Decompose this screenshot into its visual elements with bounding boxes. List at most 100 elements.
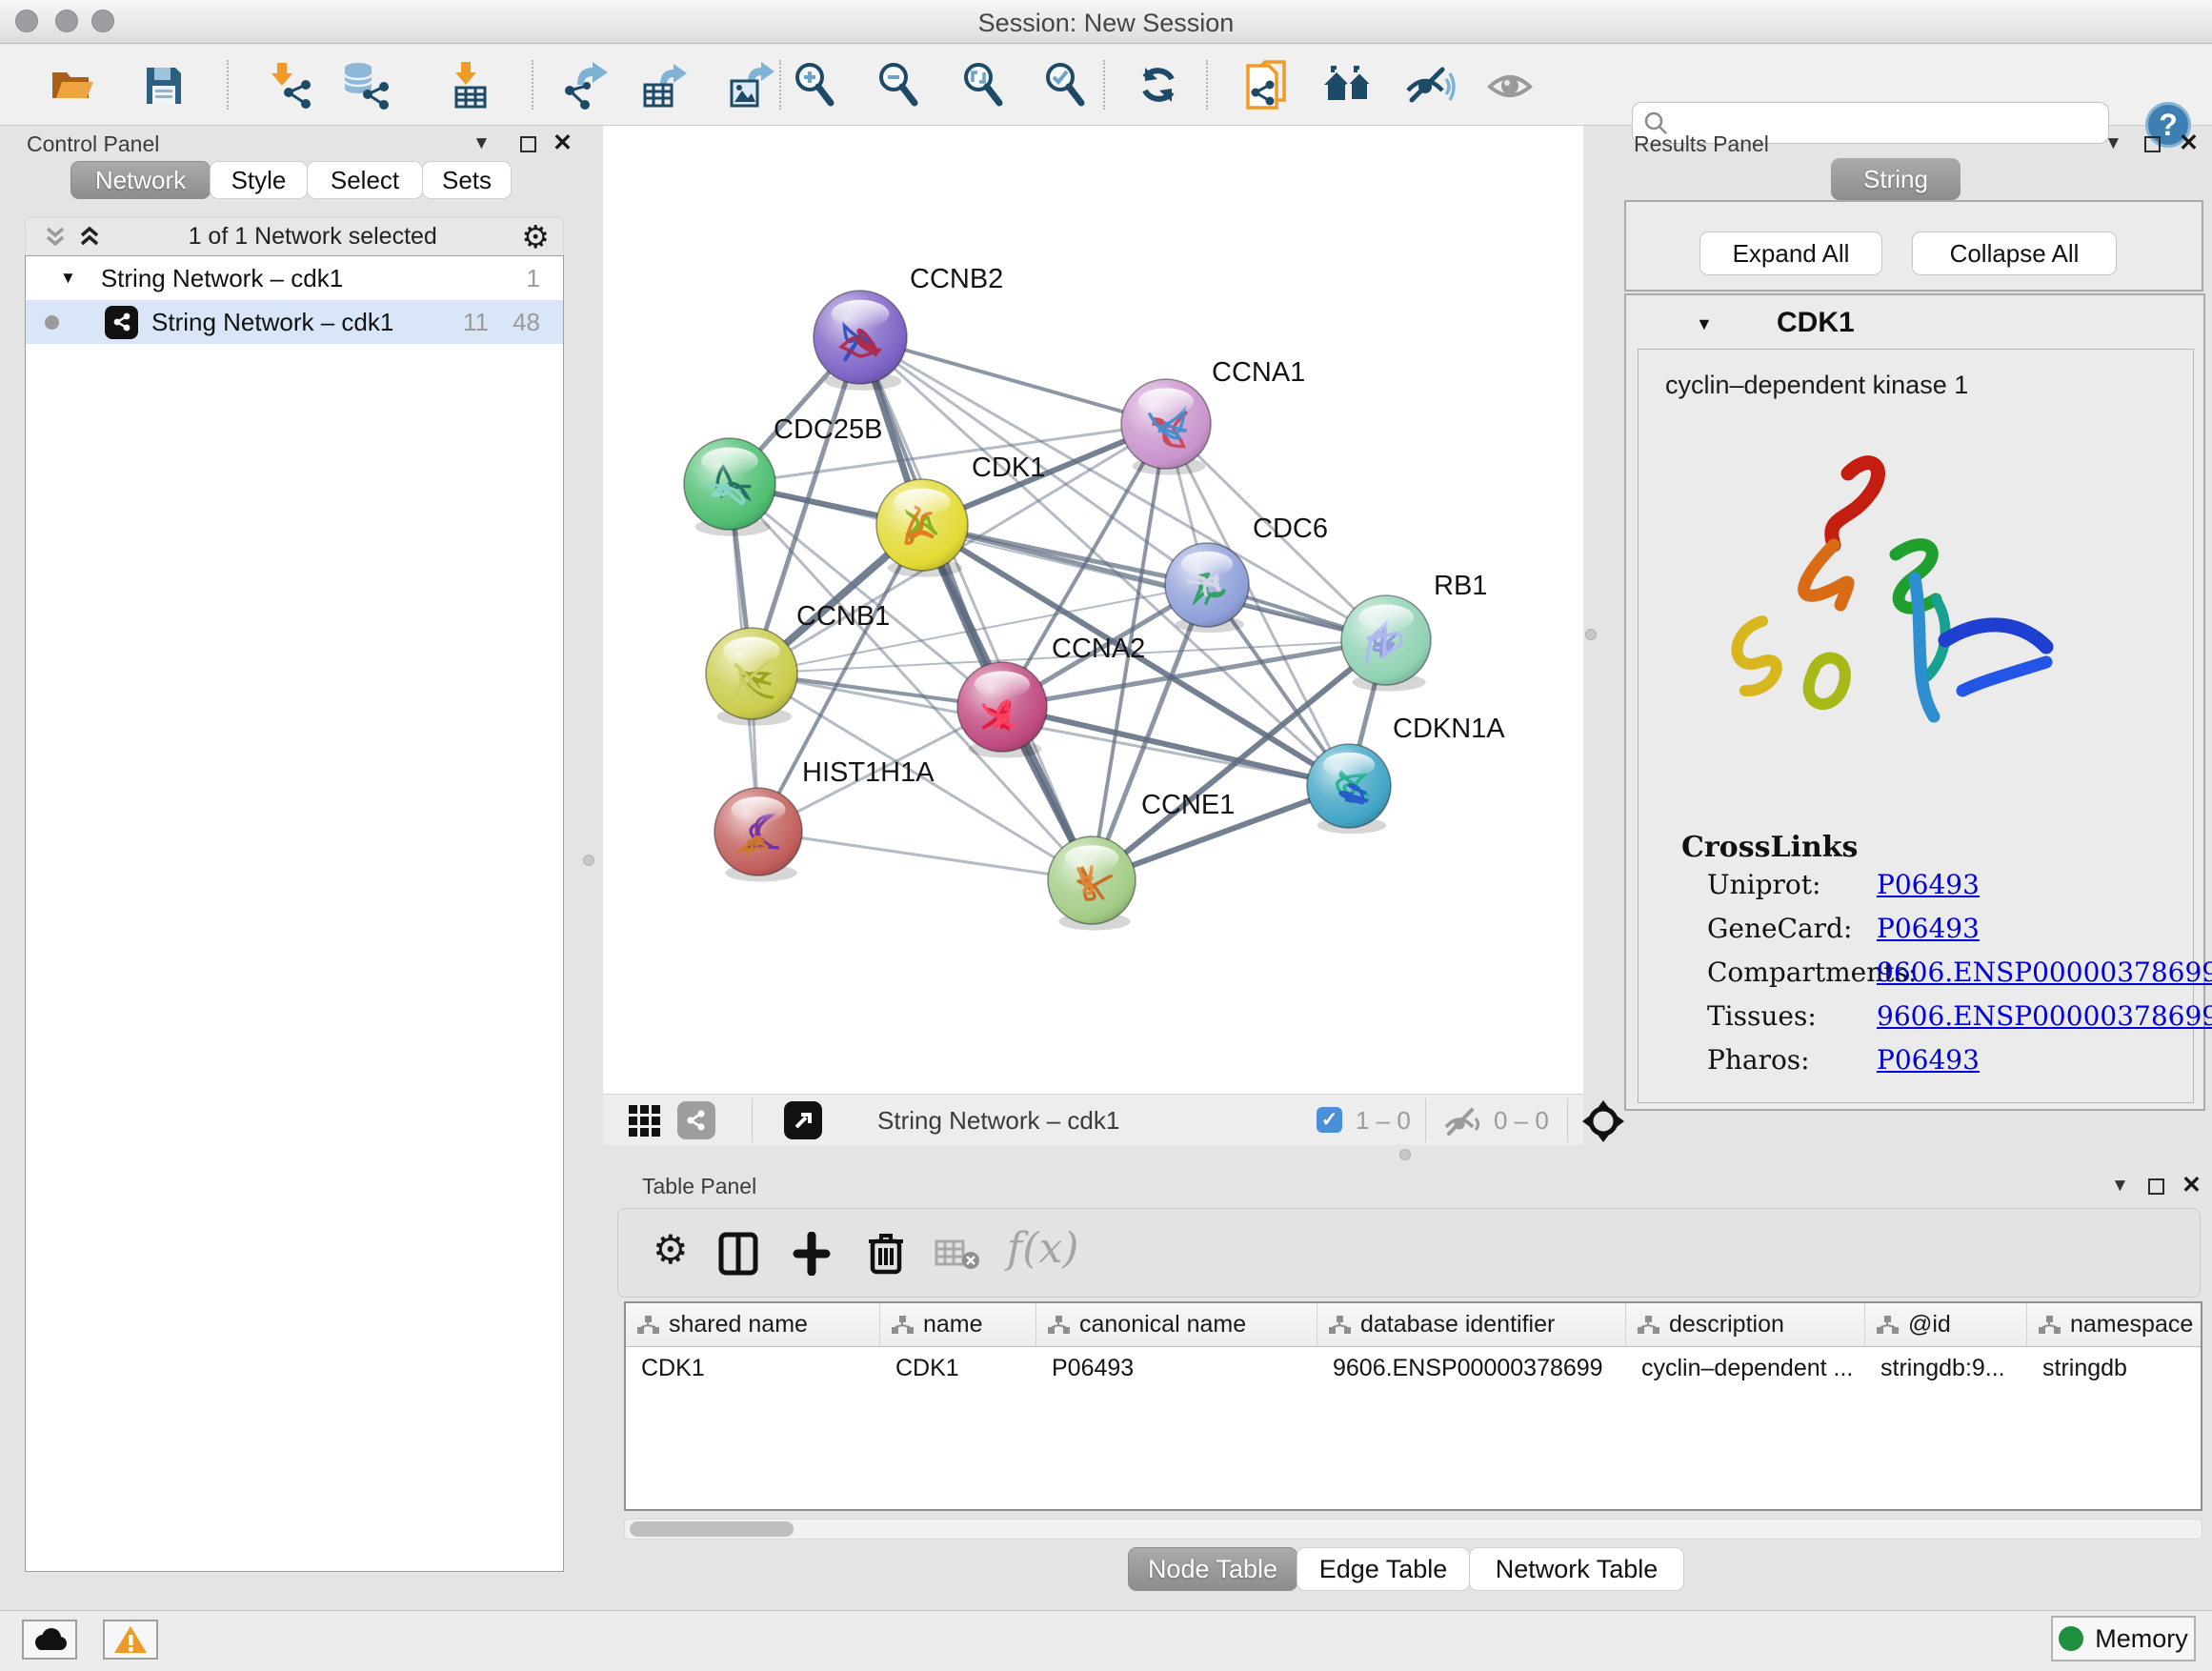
expand-all-chevron-icon[interactable] (75, 225, 104, 250)
import-network-file-button[interactable] (260, 56, 313, 113)
right-splitter-handle[interactable] (1585, 629, 1597, 640)
panel-float-icon[interactable] (2144, 136, 2161, 152)
tab-network[interactable]: Network (70, 161, 211, 199)
panel-menu-caret-icon[interactable]: ▼ (2104, 133, 2122, 154)
crosslink-tissues[interactable]: 9606.ENSP00000378699 (1877, 1000, 2212, 1032)
show-all-button[interactable] (1484, 56, 1538, 113)
tab-node-table[interactable]: Node Table (1128, 1547, 1297, 1591)
houses-icon (1322, 60, 1376, 110)
export-table-button[interactable] (637, 56, 691, 113)
first-neighbors-button[interactable] (1322, 56, 1376, 113)
left-splitter-handle[interactable] (583, 855, 594, 866)
table-cell[interactable]: CDK1 (626, 1347, 880, 1389)
export-network-button[interactable] (560, 56, 613, 113)
delete-column-trash-icon[interactable] (864, 1230, 908, 1276)
network-node-CDC6[interactable] (1165, 543, 1249, 633)
grid-view-icon[interactable] (627, 1103, 665, 1139)
column-header-sharedname[interactable]: shared name (626, 1303, 880, 1346)
hide-selected-button[interactable] (1402, 56, 1456, 113)
node-table[interactable]: shared namenamecanonical namedatabase id… (624, 1301, 2202, 1511)
expand-all-button[interactable]: Expand All (1699, 232, 1882, 275)
import-network-database-button[interactable] (337, 56, 391, 113)
panel-float-icon[interactable] (2148, 1178, 2164, 1195)
open-in-window-icon[interactable] (784, 1101, 822, 1139)
table-options-gear-icon[interactable]: ⚙ (653, 1226, 689, 1273)
table-horizontal-scrollbar[interactable] (624, 1519, 2202, 1540)
panel-close-icon[interactable]: ✕ (553, 131, 573, 155)
zoom-in-button[interactable] (788, 56, 841, 113)
panel-close-icon[interactable]: ✕ (2179, 131, 2199, 155)
network-node-CCNA1[interactable] (1121, 379, 1211, 475)
save-session-button[interactable] (136, 56, 190, 113)
tab-select[interactable]: Select (307, 161, 423, 199)
crosslink-uniprot[interactable]: P06493 (1877, 869, 1980, 900)
network-collection-row[interactable]: ▼ String Network – cdk1 1 (26, 256, 563, 300)
crosslink-compartments[interactable]: 9606.ENSP00000378699 (1877, 956, 2212, 988)
show-columns-icon[interactable] (717, 1232, 761, 1276)
table-cell[interactable]: CDK1 (880, 1347, 1036, 1389)
clone-network-button[interactable] (1238, 56, 1292, 113)
network-node-CCNA2[interactable] (957, 662, 1047, 758)
table-cell[interactable]: cyclin–dependent ... (1626, 1347, 1865, 1389)
refresh-view-button[interactable] (1132, 56, 1185, 113)
panel-float-icon[interactable] (520, 136, 536, 152)
zoom-out-button[interactable] (872, 56, 925, 113)
table-cell[interactable]: 9606.ENSP00000378699 (1317, 1347, 1626, 1389)
scrollbar-thumb[interactable] (630, 1521, 794, 1537)
tree-expand-caret-icon[interactable]: ▼ (60, 269, 76, 288)
panel-close-icon[interactable]: ✕ (2182, 1174, 2202, 1198)
tab-sets[interactable]: Sets (422, 161, 512, 199)
zoom-fit-button[interactable] (956, 56, 1010, 113)
tab-string[interactable]: String (1831, 158, 1961, 200)
network-options-gear-icon[interactable]: ⚙ (521, 218, 550, 255)
network-node-CDC25B[interactable] (684, 438, 775, 536)
open-session-button[interactable] (44, 56, 97, 113)
network-node-CCNE1[interactable] (1048, 836, 1136, 930)
column-header-id[interactable]: @id (1865, 1303, 2027, 1346)
function-builder-icon[interactable]: f(x) (1007, 1224, 1078, 1273)
selected-checkbox[interactable]: ✓ (1317, 1107, 1342, 1133)
zoom-selected-button[interactable] (1038, 56, 1092, 113)
network-badge-icon[interactable] (677, 1101, 715, 1139)
crosslink-pharos[interactable]: P06493 (1877, 1044, 1980, 1076)
table-row[interactable]: CDK1CDK1P064939606.ENSP00000378699cyclin… (626, 1347, 2201, 1389)
network-node-RB1[interactable] (1341, 595, 1431, 692)
panel-menu-caret-icon[interactable]: ▼ (2111, 1176, 2129, 1197)
column-header-namespace[interactable]: namespace (2027, 1303, 2202, 1346)
collapse-all-button[interactable]: Collapse All (1912, 232, 2117, 275)
tab-network-table[interactable]: Network Table (1469, 1547, 1684, 1591)
table-cell[interactable]: P06493 (1036, 1347, 1317, 1389)
network-row-selected[interactable]: String Network – cdk1 11 48 (26, 300, 563, 344)
cloud-status-button[interactable] (22, 1620, 77, 1660)
tab-edge-table[interactable]: Edge Table (1297, 1547, 1470, 1591)
delete-table-icon[interactable] (935, 1238, 984, 1272)
crosslink-label: GeneCard: (1707, 913, 1852, 944)
network-node-CCNB1[interactable] (706, 628, 797, 726)
collapse-all-chevron-icon[interactable] (41, 225, 70, 250)
column-header-name[interactable]: name (880, 1303, 1036, 1346)
network-graph[interactable]: CDK1CCNB1CCNB2CCNA1CCNA2CCNE1CDC6CDC25BR… (603, 126, 1583, 1094)
import-table-file-button[interactable] (440, 56, 493, 113)
network-node-CDKN1A[interactable] (1307, 744, 1391, 834)
panel-menu-caret-icon[interactable]: ▼ (473, 133, 491, 154)
export-image-button[interactable] (723, 56, 776, 113)
warnings-button[interactable] (103, 1620, 158, 1660)
table-cell[interactable]: stringdb:9... (1865, 1347, 2027, 1389)
horizontal-splitter-handle[interactable] (1399, 1149, 1411, 1160)
table-cell[interactable]: stringdb (2027, 1347, 2202, 1389)
column-header-canonicalname[interactable]: canonical name (1036, 1303, 1317, 1346)
column-header-databaseidentifier[interactable]: database identifier (1317, 1303, 1626, 1346)
memory-button[interactable]: Memory (2051, 1616, 2196, 1661)
network-canvas[interactable]: CDK1CCNB1CCNB2CCNA1CCNA2CCNE1CDC6CDC25BR… (603, 126, 1583, 1094)
network-node-CDK1[interactable] (876, 479, 968, 577)
add-column-icon[interactable] (790, 1232, 834, 1276)
hidden-eye-slash-icon[interactable] (1441, 1104, 1483, 1138)
crosslinks-title: CrossLinks (1681, 831, 1858, 864)
tab-style[interactable]: Style (210, 161, 308, 199)
network-node-HIST1H1A[interactable] (714, 788, 802, 881)
node-label-CCNA2: CCNA2 (1052, 634, 1145, 664)
crosslink-genecard[interactable]: P06493 (1877, 913, 1980, 944)
network-list-toolbar: 1 of 1 Network selected ⚙ (25, 217, 564, 255)
column-header-description[interactable]: description (1626, 1303, 1865, 1346)
gene-collapse-caret-icon[interactable]: ▼ (1696, 314, 1713, 334)
